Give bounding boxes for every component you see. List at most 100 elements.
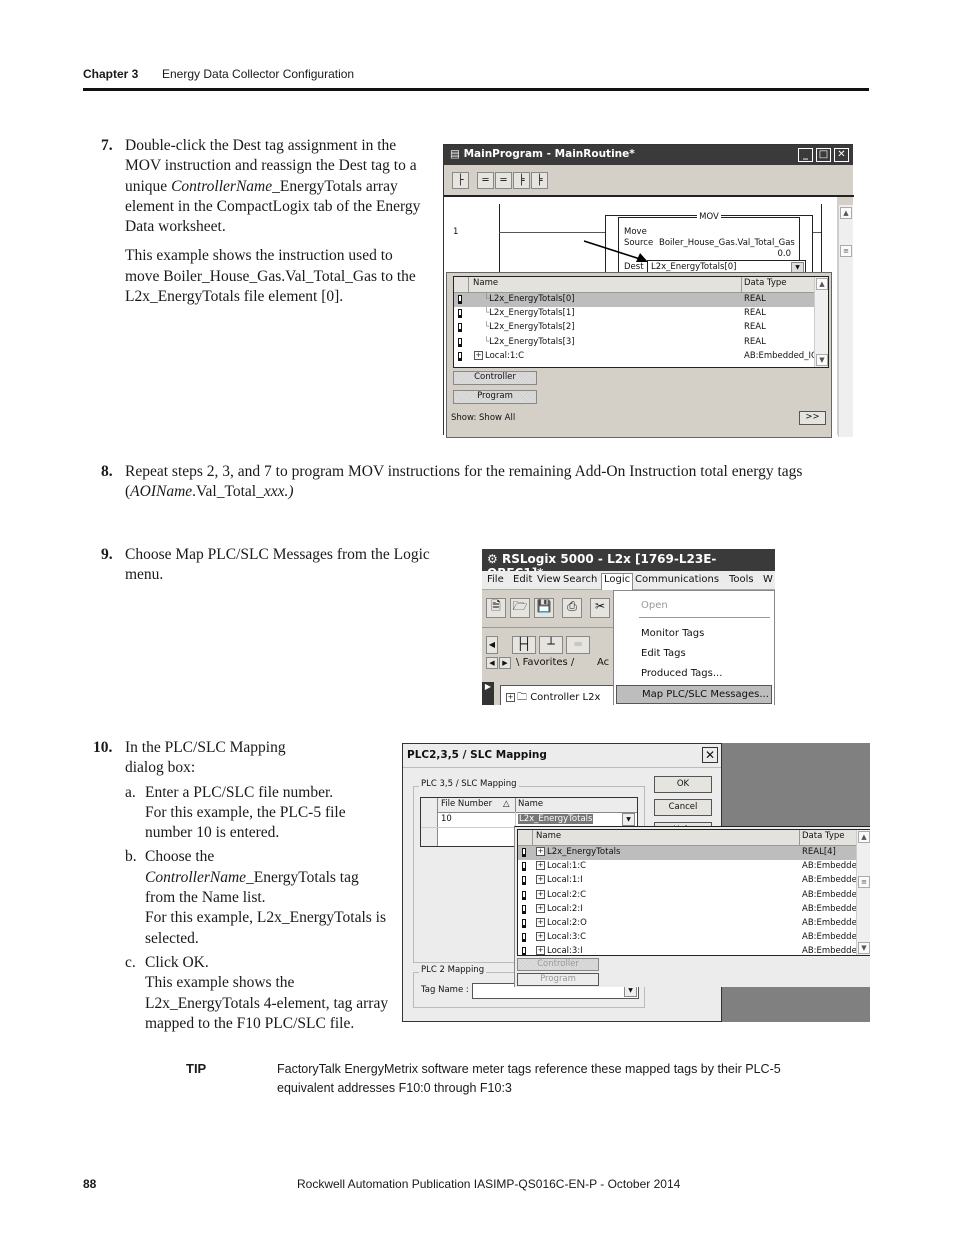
column-name[interactable]: Name: [536, 831, 561, 841]
tag-row[interactable]: └L2x_EnergyTotals[2] REAL: [454, 321, 828, 335]
scroll-thumb[interactable]: ≡: [858, 876, 870, 888]
menu-item[interactable]: Produced Tags...: [616, 665, 772, 682]
scroll-down-icon[interactable]: ▼: [858, 942, 870, 954]
tag-row[interactable]: + Local:2:C AB:Embedded_: [518, 889, 870, 903]
panel-expand-icon[interactable]: ▶: [482, 682, 494, 705]
tag-row[interactable]: + Local:3:I AB:Embedded_: [518, 945, 870, 955]
tag-row[interactable]: + Local:1:C AB:Embedded_: [518, 860, 870, 874]
print-icon[interactable]: ⎙: [562, 598, 582, 618]
tag-list-scrollbar[interactable]: ▲ ≡ ▼: [856, 830, 870, 955]
dialog-titlebar: PLC2,3,5 / SLC Mapping ✕: [403, 744, 721, 768]
menu-item[interactable]: Map PLC/SLC Messages...: [616, 685, 772, 704]
menu-file[interactable]: File: [487, 574, 504, 585]
dest-tag-value: L2x_EnergyTotals[0]: [651, 262, 737, 272]
tab-left-icon[interactable]: ◀: [486, 657, 498, 669]
source-operand[interactable]: Boiler_House_Gas.Val_Total_Gas: [659, 238, 795, 248]
tag-name: └L2x_EnergyTotals[3]: [484, 336, 575, 347]
tag-row[interactable]: └L2x_EnergyTotals[3] REAL: [454, 336, 828, 350]
tag-row[interactable]: + Local:1:C AB:Embedded_IQ1: [454, 350, 828, 364]
scroll-left-icon[interactable]: ◀: [486, 636, 498, 654]
tag-name: + Local:2:I: [536, 903, 583, 914]
menu-view[interactable]: View: [537, 574, 561, 585]
menu-item[interactable]: Open: [616, 597, 772, 614]
controller-scope-button[interactable]: Controller: [517, 958, 599, 971]
xio-icon[interactable]: ╞: [531, 172, 548, 189]
scroll-down-icon[interactable]: ▼: [816, 354, 828, 366]
scroll-up-icon[interactable]: ▲: [858, 831, 870, 843]
window-titlebar: ⚙ RSLogix 5000 - L2x [1769-L23E-QBFC1]*: [482, 549, 775, 580]
controller-scope-button[interactable]: Controller: [453, 371, 537, 385]
tag-row[interactable]: + Local:1:I AB:Embedded_: [518, 874, 870, 888]
instruction-mnemonic: MOV: [697, 212, 721, 222]
menu-w[interactable]: W: [763, 574, 773, 585]
expand-icon[interactable]: +: [536, 917, 545, 927]
tag-row[interactable]: └L2x_EnergyTotals[1] REAL: [454, 307, 828, 321]
chevron-down-icon[interactable]: ▼: [622, 813, 635, 826]
ok-button[interactable]: OK: [654, 776, 712, 793]
rung-instruction-icon[interactable]: ├┤: [512, 636, 536, 654]
xic-icon[interactable]: ╞: [513, 172, 530, 189]
menu-edit[interactable]: Edit: [513, 574, 532, 585]
tab-favorites[interactable]: \ Favorites /: [516, 657, 574, 668]
scroll-up-icon[interactable]: ▲: [840, 207, 852, 219]
cut-icon[interactable]: ✂: [590, 598, 610, 618]
expand-icon[interactable]: +: [536, 889, 545, 899]
tag-icon: [522, 904, 526, 914]
minimize-button[interactable]: _: [798, 148, 813, 162]
name-select-value[interactable]: L2x_EnergyTotals: [518, 814, 594, 824]
ladder-vertical-scrollbar[interactable]: ▲ ≡: [838, 205, 853, 437]
file-number-input[interactable]: 10: [441, 814, 452, 824]
source-value-readout: 0.0: [777, 249, 791, 259]
program-scope-button[interactable]: Program: [517, 973, 599, 986]
column-name[interactable]: Name: [473, 278, 498, 288]
tree-item-controller[interactable]: + 🗀 Controller L2x: [506, 690, 600, 705]
scroll-thumb[interactable]: ≡: [840, 245, 852, 257]
dialog-title: PLC2,3,5 / SLC Mapping: [407, 749, 547, 761]
menu-item[interactable]: Monitor Tags: [616, 625, 772, 642]
ladder-toolbar: ├ ═ ═ ╞ ╞: [444, 165, 854, 197]
expand-icon[interactable]: +: [536, 932, 545, 942]
tag-row[interactable]: + Local:2:O AB:Embedded_: [518, 917, 870, 931]
tag-row[interactable]: + L2x_EnergyTotals REAL[4]: [518, 846, 870, 861]
branch-level-icon[interactable]: ═: [495, 172, 512, 189]
tab-next[interactable]: Ac: [597, 657, 609, 668]
tag-icon: [522, 848, 526, 857]
tag-row[interactable]: + Local:3:C AB:Embedded_: [518, 931, 870, 945]
branch-level-icon[interactable]: ═: [566, 636, 590, 654]
menu-tools[interactable]: Tools: [729, 574, 754, 585]
tip-text: FactoryTalk EnergyMetrix software meter …: [277, 1062, 781, 1095]
menu-communications[interactable]: Communications: [635, 574, 719, 585]
menu-item[interactable]: Edit Tags: [616, 645, 772, 662]
menu-logic[interactable]: Logic: [601, 573, 634, 590]
close-icon[interactable]: ✕: [702, 747, 718, 763]
program-scope-button[interactable]: Program: [453, 390, 537, 404]
tag-list-scrollbar[interactable]: ▲ ▼: [814, 277, 828, 367]
branch-instruction-icon[interactable]: ┴: [539, 636, 563, 654]
maximize-button[interactable]: □: [816, 148, 831, 162]
branch-icon[interactable]: ═: [477, 172, 494, 189]
expand-options-button[interactable]: >>: [799, 411, 826, 425]
expand-icon[interactable]: +: [536, 946, 545, 955]
tag-row[interactable]: └L2x_EnergyTotals[0] REAL: [454, 293, 828, 308]
expand-icon[interactable]: +: [536, 861, 545, 871]
cancel-button[interactable]: Cancel: [654, 799, 712, 816]
column-data-type[interactable]: Data Type: [802, 831, 845, 841]
column-name[interactable]: Name: [518, 799, 543, 809]
save-icon[interactable]: 💾: [534, 598, 554, 618]
scroll-up-icon[interactable]: ▲: [816, 278, 828, 290]
open-folder-icon[interactable]: 🗁: [510, 598, 530, 618]
tab-right-icon[interactable]: ▶: [499, 657, 511, 669]
close-button[interactable]: ✕: [834, 148, 849, 162]
tip-label: TIP: [186, 1061, 207, 1076]
expand-icon[interactable]: +: [536, 875, 545, 885]
rung-icon[interactable]: ├: [452, 172, 469, 189]
menu-search[interactable]: Search: [563, 574, 597, 585]
publication-info: Rockwell Automation Publication IASIMP-Q…: [297, 1177, 681, 1191]
tag-row[interactable]: + Local:2:I AB:Embedded_: [518, 903, 870, 917]
column-data-type[interactable]: Data Type: [744, 278, 787, 288]
column-file-number[interactable]: File Number: [441, 799, 492, 809]
expand-icon[interactable]: +: [474, 350, 483, 360]
new-file-icon[interactable]: 🗎: [486, 598, 506, 618]
expand-icon[interactable]: +: [536, 903, 545, 913]
expand-icon[interactable]: +: [536, 847, 545, 856]
